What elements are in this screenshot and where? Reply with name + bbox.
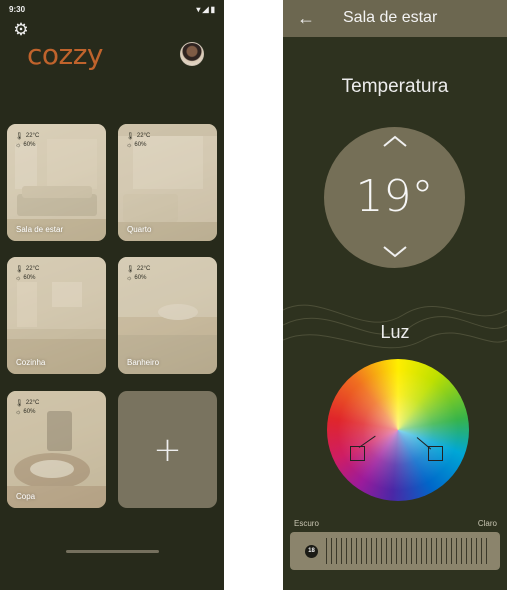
- thermometer-icon: 🌡: [15, 266, 24, 273]
- room-card-cozinha[interactable]: 🌡 22°C ☼ 60% Cozinha: [7, 257, 106, 374]
- room-title: Sala de estar: [343, 9, 438, 26]
- battery-icon: ▮: [210, 5, 215, 14]
- slider-knob[interactable]: 18: [305, 545, 318, 558]
- sun-icon: ☼: [15, 409, 22, 416]
- status-bar: 9:30 ▾ ◢ ▮: [9, 5, 215, 19]
- wifi-icon: ▾: [196, 5, 201, 14]
- room-stats: 🌡 22°C ☼ 60%: [126, 133, 151, 149]
- thermometer-icon: 🌡: [126, 266, 135, 273]
- signal-icon: ◢: [202, 5, 209, 14]
- room-stats: 🌡 22°C ☼ 60%: [15, 266, 40, 282]
- room-detail-screen: ← Sala de estar Temperatura 19° Luz Escu…: [283, 0, 507, 590]
- back-arrow-icon[interactable]: ←: [297, 8, 317, 28]
- room-name: Cozinha: [16, 358, 46, 367]
- sun-icon: ☼: [126, 142, 133, 149]
- slider-max-label: Claro: [477, 519, 497, 528]
- room-name: Copa: [16, 492, 36, 501]
- slider-min-label: Escuro: [294, 519, 319, 528]
- home-indicator[interactable]: [66, 550, 159, 553]
- chevron-up-icon: [382, 135, 407, 147]
- room-card-sala-de-estar[interactable]: 🌡 22°C ☼ 60% Sala de estar: [7, 124, 106, 241]
- thermometer-icon: 🌡: [15, 133, 24, 140]
- temperature-title: Temperatura: [341, 76, 449, 97]
- sun-icon: ☼: [15, 142, 22, 149]
- room-name: Banheiro: [127, 358, 160, 367]
- app-logo: cozzy: [27, 38, 104, 71]
- room-stats: 🌡 22°C ☼ 60%: [15, 400, 40, 416]
- top-bar: ← Sala de estar: [283, 0, 507, 37]
- status-icons: ▾ ◢ ▮: [196, 5, 215, 15]
- temperature-down-button[interactable]: [382, 246, 408, 258]
- user-avatar[interactable]: [180, 42, 204, 66]
- chevron-down-icon: [382, 246, 407, 258]
- temperature-value: 19°: [355, 171, 434, 222]
- settings-gear-icon[interactable]: ⚙: [12, 21, 30, 39]
- home-screen: 9:30 ▾ ◢ ▮ ⚙ cozzy 🌡 22°C ☼ 60% Sala de es…: [0, 0, 224, 590]
- temperature-dial: 19°: [324, 127, 465, 268]
- sun-icon: ☼: [15, 275, 22, 282]
- status-time: 9:30: [9, 5, 26, 14]
- plus-icon: +: [153, 429, 182, 470]
- room-stats: 🌡 22°C ☼ 60%: [126, 266, 151, 282]
- color-picker-handle-1[interactable]: [350, 446, 365, 461]
- thermometer-icon: 🌡: [126, 133, 135, 140]
- color-wheel[interactable]: [327, 359, 469, 501]
- thermometer-icon: 🌡: [15, 400, 24, 407]
- room-name: Quarto: [127, 225, 152, 234]
- light-title: Luz: [380, 322, 410, 342]
- room-card-copa[interactable]: 🌡 22°C ☼ 60% Copa: [7, 391, 106, 508]
- color-picker-handle-2[interactable]: [428, 446, 443, 461]
- slider-ticks: [326, 538, 490, 564]
- room-stats: 🌡 22°C ☼ 60%: [15, 133, 40, 149]
- room-card-banheiro[interactable]: 🌡 22°C ☼ 60% Banheiro: [118, 257, 217, 374]
- temperature-up-button[interactable]: [382, 135, 408, 147]
- add-room-button[interactable]: +: [118, 391, 217, 508]
- brightness-slider[interactable]: 18: [290, 532, 500, 570]
- sun-icon: ☼: [126, 275, 133, 282]
- room-card-quarto[interactable]: 🌡 22°C ☼ 60% Quarto: [118, 124, 217, 241]
- room-name: Sala de estar: [16, 225, 64, 234]
